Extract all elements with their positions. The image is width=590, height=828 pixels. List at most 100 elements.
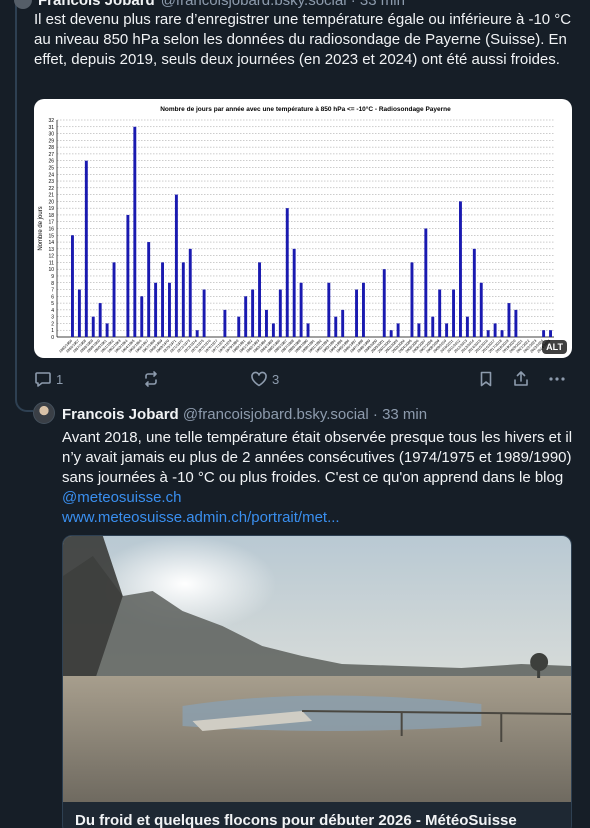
bar [438, 289, 442, 337]
bar [472, 248, 476, 337]
bar [486, 330, 490, 337]
bar [410, 262, 414, 337]
y-tick-label: 1 [51, 328, 54, 334]
bar [140, 296, 144, 337]
y-tick-label: 26 [48, 159, 54, 165]
bar [493, 323, 497, 337]
bar [549, 330, 552, 337]
bar [271, 323, 275, 337]
reply-count: 1 [56, 371, 64, 387]
mention-link[interactable]: @meteosuisse.ch [62, 489, 181, 506]
y-tick-label: 17 [48, 220, 54, 226]
y-tick-label: 6 [51, 294, 54, 300]
y-tick-label: 0 [51, 335, 54, 341]
share-icon [514, 371, 528, 386]
bar [251, 289, 255, 337]
avatar[interactable] [14, 0, 32, 9]
repost-icon [145, 371, 157, 387]
bar [258, 262, 261, 337]
bar [84, 160, 88, 337]
bar [202, 289, 206, 337]
bar [278, 289, 282, 337]
y-tick-label: 23 [48, 179, 54, 185]
share-button[interactable] [512, 370, 530, 388]
bar [188, 248, 192, 337]
post2-author-handle[interactable]: @francoisjobard.bsky.social · 33 min [183, 406, 427, 423]
y-tick-label: 9 [51, 274, 54, 280]
bookmark-button[interactable] [477, 370, 495, 388]
chart-image[interactable]: Nombre de jours par année avec une tempé… [34, 99, 572, 358]
link-preview-card[interactable]: Du froid et quelques flocons pour débute… [62, 535, 572, 828]
bar [77, 289, 81, 337]
reply-button[interactable]: 1 [34, 370, 63, 388]
bar [126, 214, 130, 337]
external-link[interactable]: www.meteosuisse.admin.ch/portrait/met... [62, 509, 340, 526]
y-tick-label: 11 [49, 260, 54, 266]
y-tick-label: 10 [48, 267, 54, 273]
bar [306, 323, 310, 337]
y-tick-label: 3 [51, 315, 54, 321]
y-tick-label: 8 [51, 281, 54, 287]
post1-author-name[interactable]: Francois Jobard [38, 0, 155, 9]
bar [334, 316, 338, 337]
y-tick-label: 24 [48, 172, 54, 178]
card-image [63, 536, 571, 802]
like-button[interactable]: 3 [250, 370, 279, 388]
like-count: 3 [272, 371, 280, 387]
y-tick-label: 25 [48, 165, 54, 171]
bar [98, 303, 102, 337]
post2-text: Avant 2018, une telle température était … [62, 428, 577, 528]
y-tick-label: 30 [48, 132, 54, 138]
heart-icon [251, 371, 267, 387]
bar [507, 303, 511, 337]
y-tick-label: 32 [48, 118, 54, 124]
y-tick-label: 5 [51, 301, 54, 307]
y-tick-label: 22 [48, 186, 54, 192]
link-card-title: Du froid et quelques flocons pour débute… [75, 812, 517, 828]
y-axis-label: Nombre de jours [38, 206, 44, 250]
bar [459, 201, 462, 337]
bar [341, 309, 345, 337]
y-tick-label: 7 [51, 288, 54, 294]
more-options-button[interactable] [548, 370, 566, 388]
more-icon [549, 377, 565, 381]
y-tick-label: 13 [48, 247, 54, 253]
bar [91, 316, 95, 337]
bar [362, 282, 365, 337]
repost-button[interactable] [142, 370, 160, 388]
bar [431, 316, 435, 337]
bar [244, 296, 248, 337]
y-tick-label: 15 [48, 233, 54, 239]
bar [299, 282, 303, 337]
bar [514, 309, 518, 337]
y-tick-label: 21 [48, 193, 54, 199]
bar [327, 282, 331, 337]
bar [195, 330, 199, 337]
y-tick-label: 16 [48, 227, 54, 233]
bar [168, 282, 171, 337]
y-tick-label: 12 [48, 254, 54, 260]
avatar[interactable] [33, 402, 55, 424]
post1-actions: 1 3 [34, 370, 574, 390]
bar [424, 228, 428, 337]
bar [479, 282, 483, 337]
bar [223, 309, 227, 337]
post1-author-handle[interactable]: @francoisjobard.bsky.social · 33 min [161, 0, 405, 9]
bar [542, 330, 546, 337]
y-tick-label: 27 [48, 152, 54, 158]
bar [382, 269, 386, 337]
alt-badge[interactable]: ALT [542, 340, 567, 354]
y-tick-label: 31 [48, 125, 54, 131]
bar [465, 316, 469, 337]
bar [174, 194, 178, 337]
y-tick-label: 18 [48, 213, 54, 219]
bar [285, 208, 289, 337]
bar-chart: Nombre de jours par année avec une tempé… [38, 105, 554, 354]
y-tick-label: 20 [48, 199, 54, 205]
post1-header: Francois Jobard @francoisjobard.bsky.soc… [14, 0, 405, 9]
bar [161, 262, 164, 337]
post1-text: Il est devenu plus rare d’enregistrer un… [34, 11, 572, 68]
bar [71, 235, 74, 337]
post2-author-name[interactable]: Francois Jobard [62, 406, 179, 423]
bar [154, 282, 158, 337]
